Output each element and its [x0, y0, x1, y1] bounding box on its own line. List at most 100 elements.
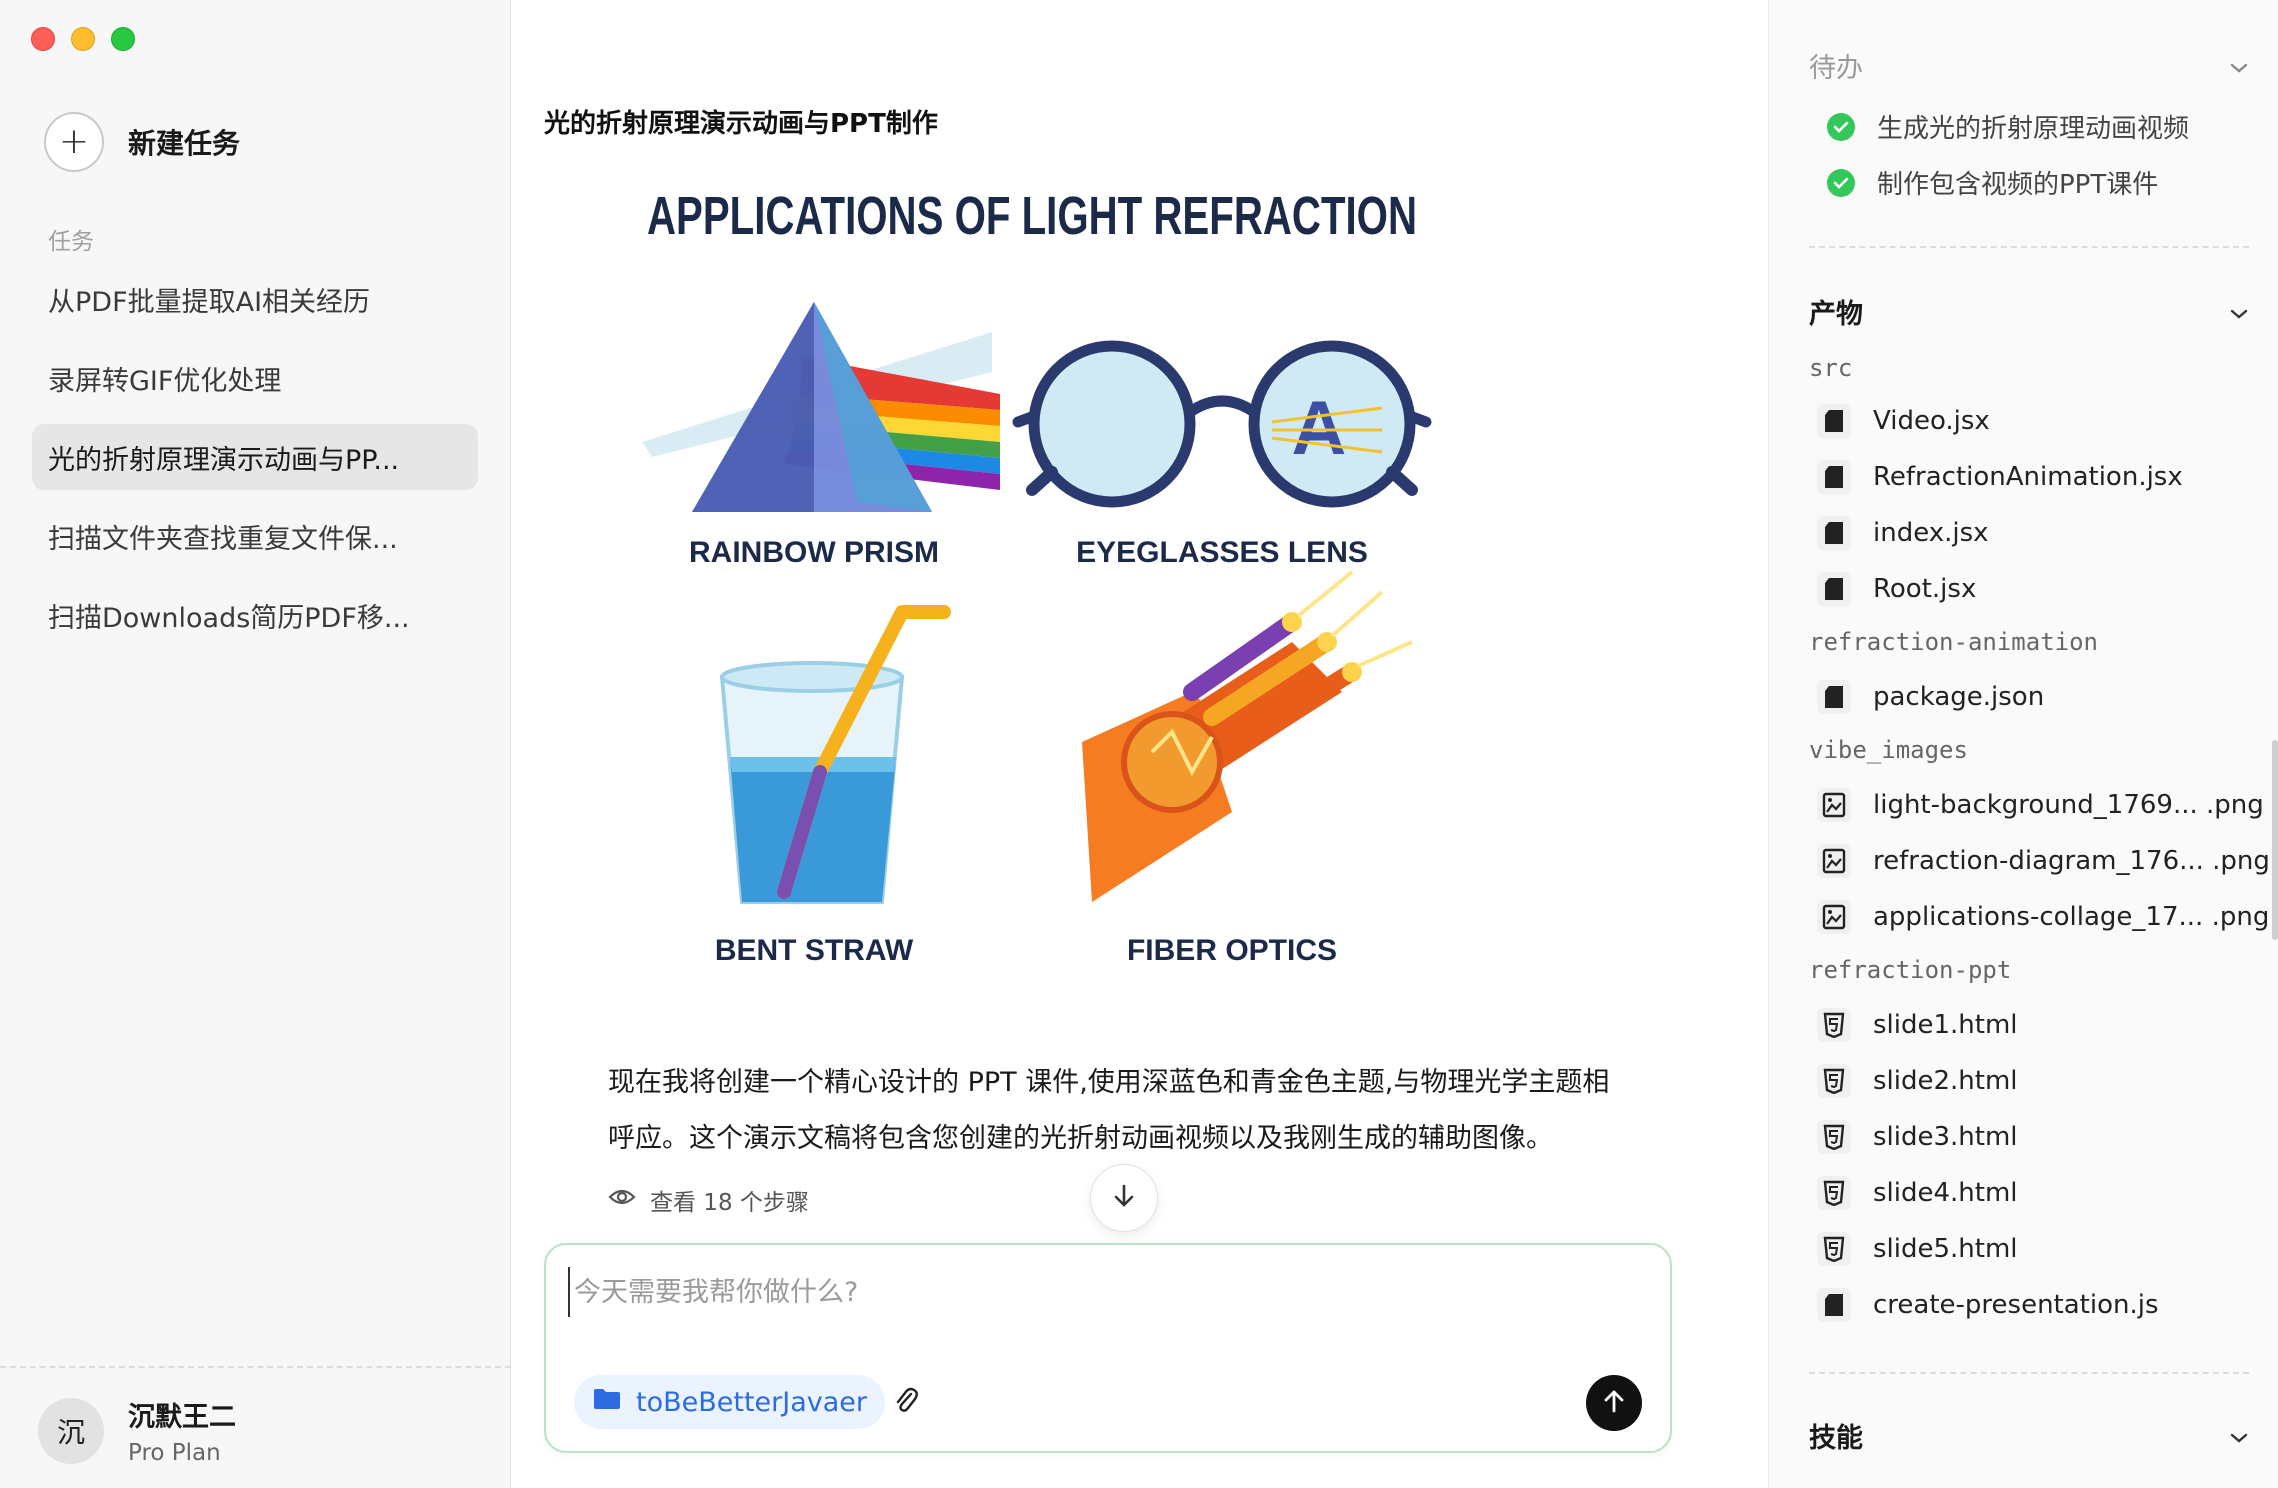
artifact-file[interactable]: refraction-diagram_176... .png — [1817, 844, 2270, 878]
zoom-window-button[interactable] — [111, 27, 135, 51]
todo-item-label: 制作包含视频的PPT课件 — [1877, 170, 2159, 200]
right-panel-scrollbar[interactable] — [2272, 740, 2278, 940]
file-icon — [1817, 1288, 1851, 1322]
composer: toBeBetterJavaer — [544, 1243, 1672, 1453]
artifact-file-name: light-background_1769... .png — [1873, 790, 2264, 820]
task-item[interactable]: 从PDF批量提取AI相关经历 — [32, 266, 478, 332]
artifact-file[interactable]: light-background_1769... .png — [1817, 788, 2264, 822]
user-plan: Pro Plan — [128, 1440, 221, 1466]
new-task-button[interactable]: + 新建任务 — [44, 112, 240, 172]
arrow-up-icon — [1602, 1388, 1626, 1418]
tasks-section-title: 任务 — [48, 229, 94, 255]
check-icon — [1827, 168, 1855, 197]
artifact-file[interactable]: index.jsx — [1817, 516, 1989, 550]
artifact-file-name: refraction-diagram_176... .png — [1873, 846, 2270, 876]
artifact-file-name: slide4.html — [1873, 1178, 2018, 1208]
todo-item: 制作包含视频的PPT课件 — [1827, 164, 2158, 201]
artifact-file[interactable]: package.json — [1817, 680, 2044, 714]
rainbow-prism-illustration — [642, 302, 1000, 512]
artifact-file[interactable]: Video.jsx — [1817, 404, 1990, 438]
artifact-file-name: Video.jsx — [1873, 406, 1990, 436]
artifact-file-name: Root.jsx — [1873, 574, 1977, 604]
artifacts-section-title: 产物 — [1809, 299, 1863, 330]
html5-icon — [1817, 1008, 1851, 1042]
artifact-file[interactable]: slide4.html — [1817, 1176, 2018, 1210]
rainbow-prism-label: RAINBOW PRISM — [689, 536, 939, 569]
folder-chip[interactable]: toBeBetterJavaer — [574, 1375, 886, 1429]
artifact-group-label: refraction-ppt — [1809, 956, 2012, 984]
artifact-file-name: slide3.html — [1873, 1122, 2018, 1152]
todo-item: 生成光的折射原理动画视频 — [1827, 108, 2189, 145]
chat-input[interactable] — [568, 1267, 1568, 1317]
file-icon — [1817, 404, 1851, 438]
artifact-file[interactable]: create-presentation.js — [1817, 1288, 2159, 1322]
file-icon — [1817, 516, 1851, 550]
arrow-down-icon — [1112, 1183, 1136, 1213]
page-title: 光的折射原理演示动画与PPT制作 — [544, 109, 938, 139]
todo-section-header[interactable]: 待办 — [1809, 46, 2249, 85]
view-steps-label: 查看 18 个步骤 — [650, 1190, 809, 1216]
artifact-group-label: refraction-animation — [1809, 628, 2098, 656]
artifact-file[interactable]: applications-collage_17... .png — [1817, 900, 2269, 934]
avatar: 沉 — [38, 1397, 104, 1464]
folder-icon — [592, 1387, 622, 1418]
task-item[interactable]: 扫描文件夹查找重复文件保... — [32, 503, 478, 569]
section-divider — [1809, 1372, 2249, 1374]
task-item[interactable]: 扫描Downloads简历PDF移... — [32, 582, 478, 648]
eye-icon — [608, 1187, 636, 1213]
artifact-file-name: RefractionAnimation.jsx — [1873, 462, 2183, 492]
minimize-window-button[interactable] — [71, 27, 95, 51]
close-window-button[interactable] — [31, 27, 55, 51]
skills-section-title: 技能 — [1809, 1423, 1863, 1454]
artifact-file[interactable]: slide2.html — [1817, 1064, 2018, 1098]
artifact-file[interactable]: RefractionAnimation.jsx — [1817, 460, 2183, 494]
html5-icon — [1817, 1120, 1851, 1154]
check-icon — [1827, 112, 1855, 141]
html5-icon — [1817, 1232, 1851, 1266]
view-steps-button[interactable]: 查看 18 个步骤 — [608, 1183, 809, 1217]
artifact-file[interactable]: slide5.html — [1817, 1232, 2018, 1266]
send-button[interactable] — [1586, 1375, 1642, 1431]
fiber-optics-illustration — [1082, 570, 1413, 902]
artifact-file-name: slide1.html — [1873, 1010, 2018, 1040]
artifact-file-name: applications-collage_17... .png — [1873, 902, 2270, 932]
message-line: 现在我将创建一个精心设计的 PPT 课件,使用深蓝色和青金色主题,与物理光学主题… — [608, 1067, 1610, 1098]
artifact-group-label: vibe_images — [1809, 736, 1968, 764]
scroll-to-bottom-button[interactable] — [1090, 1164, 1158, 1232]
user-name: 沉默王二 — [128, 1402, 236, 1433]
user-profile[interactable]: 沉 沉默王二 Pro Plan — [38, 1395, 236, 1466]
assistant-message: 现在我将创建一个精心设计的 PPT 课件,使用深蓝色和青金色主题,与物理光学主题… — [608, 1055, 1618, 1167]
window-controls — [31, 27, 135, 51]
artifact-file-name: package.json — [1873, 682, 2045, 712]
artifact-file-name: create-presentation.js — [1873, 1290, 2159, 1320]
file-icon — [1817, 572, 1851, 606]
task-list: 从PDF批量提取AI相关经历 录屏转GIF优化处理 光的折射原理演示动画与PP.… — [32, 266, 478, 661]
message-line: 呼应。这个演示文稿将包含您创建的光折射动画视频以及我刚生成的辅助图像。 — [608, 1123, 1553, 1154]
todo-item-label: 生成光的折射原理动画视频 — [1877, 114, 2190, 144]
plus-icon: + — [44, 112, 104, 172]
skills-section-header[interactable]: 技能 — [1809, 1416, 2249, 1455]
chevron-down-icon — [2229, 50, 2249, 81]
task-item[interactable]: 录屏转GIF优化处理 — [32, 345, 478, 411]
folder-chip-label: toBeBetterJavaer — [636, 1386, 868, 1418]
artifact-file-name: slide5.html — [1873, 1234, 2018, 1264]
image-file-icon — [1817, 788, 1851, 822]
bent-straw-illustration — [719, 605, 951, 904]
file-icon — [1817, 680, 1851, 714]
right-panel: 待办 生成光的折射原理动画视频 制作包含视频的PPT课件 产物 src Vide… — [1768, 0, 2278, 1488]
collage-heading: APPLICATIONS OF LIGHT REFRACTION — [647, 186, 1417, 246]
artifact-file[interactable]: Root.jsx — [1817, 572, 1976, 606]
artifact-file-name: index.jsx — [1873, 518, 1989, 548]
applications-collage-image: APPLICATIONS OF LIGHT REFRACTION RAINBOW… — [592, 172, 1472, 1012]
artifact-file[interactable]: slide3.html — [1817, 1120, 2018, 1154]
task-item-active[interactable]: 光的折射原理演示动画与PP... — [32, 424, 478, 490]
artifact-file[interactable]: slide1.html — [1817, 1008, 2018, 1042]
attach-button[interactable] — [886, 1383, 926, 1423]
artifact-group-label: src — [1809, 354, 1853, 382]
artifacts-section-header[interactable]: 产物 — [1809, 292, 2249, 331]
sidebar: + 新建任务 任务 从PDF批量提取AI相关经历 录屏转GIF优化处理 光的折射… — [0, 0, 511, 1488]
eyeglasses-illustration: A — [1012, 340, 1432, 508]
html5-icon — [1817, 1064, 1851, 1098]
new-task-label: 新建任务 — [128, 127, 241, 160]
file-icon — [1817, 460, 1851, 494]
